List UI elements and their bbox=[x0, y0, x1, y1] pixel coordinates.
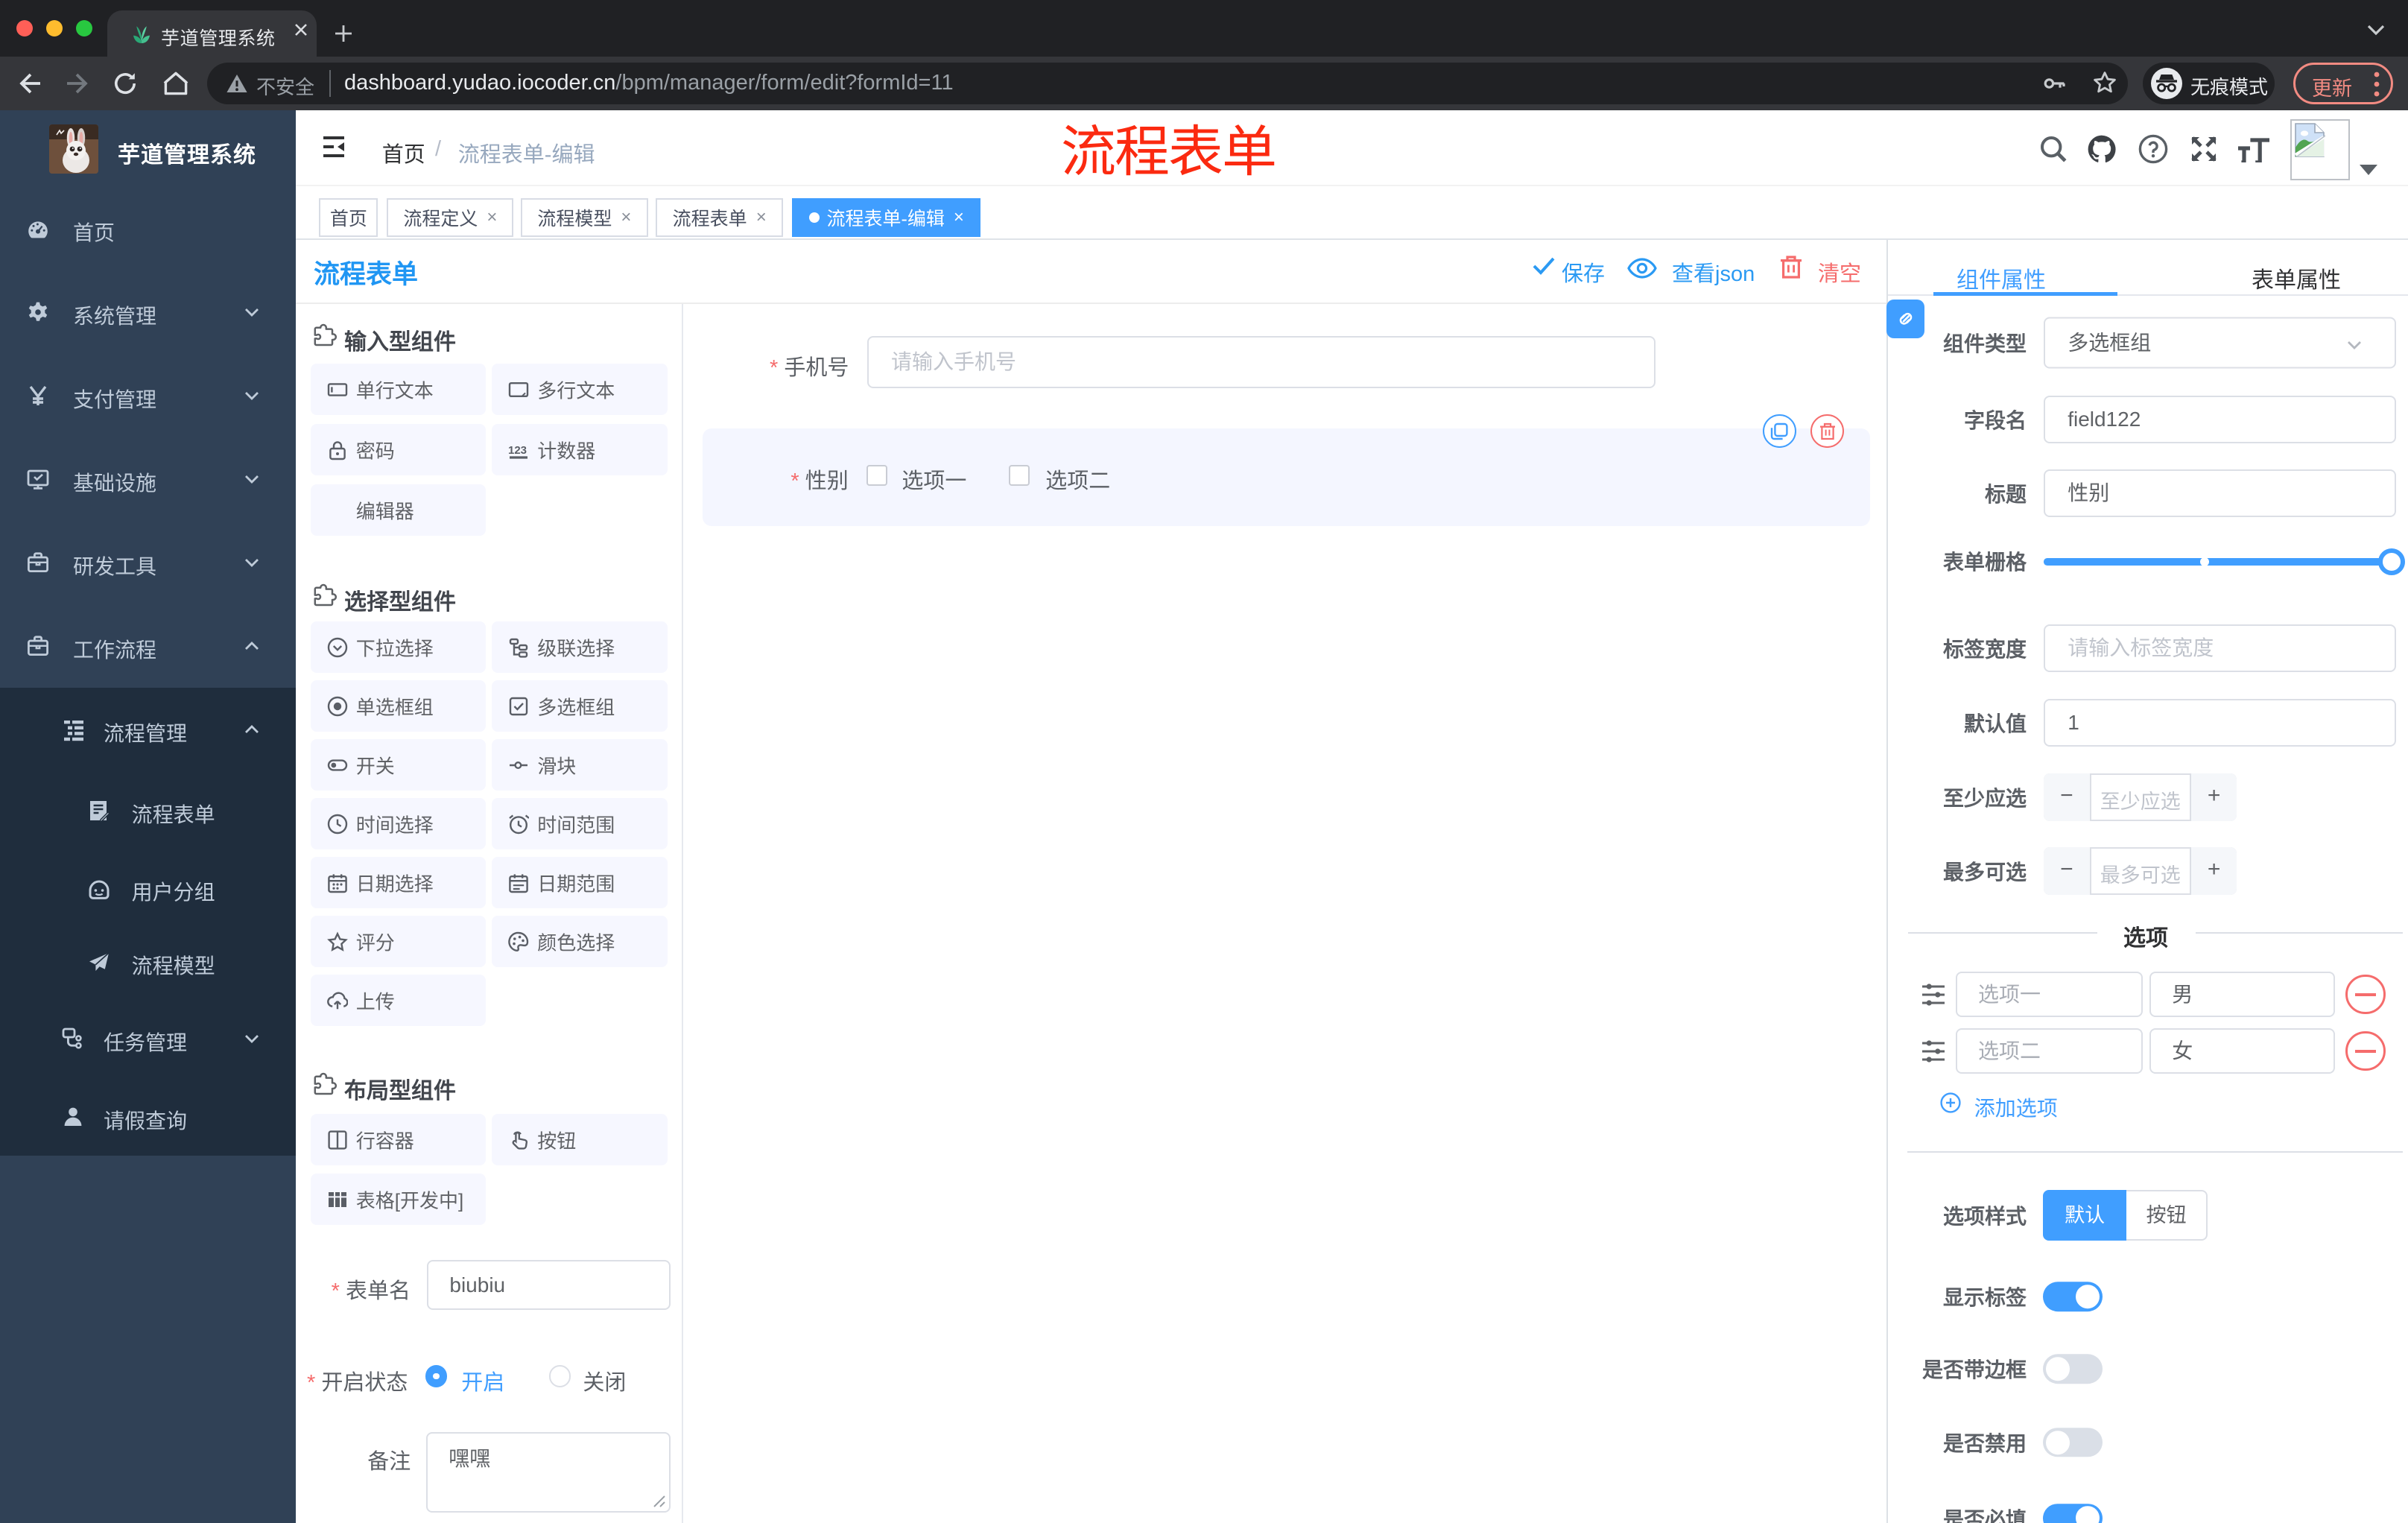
svg-text:123: 123 bbox=[508, 444, 527, 457]
